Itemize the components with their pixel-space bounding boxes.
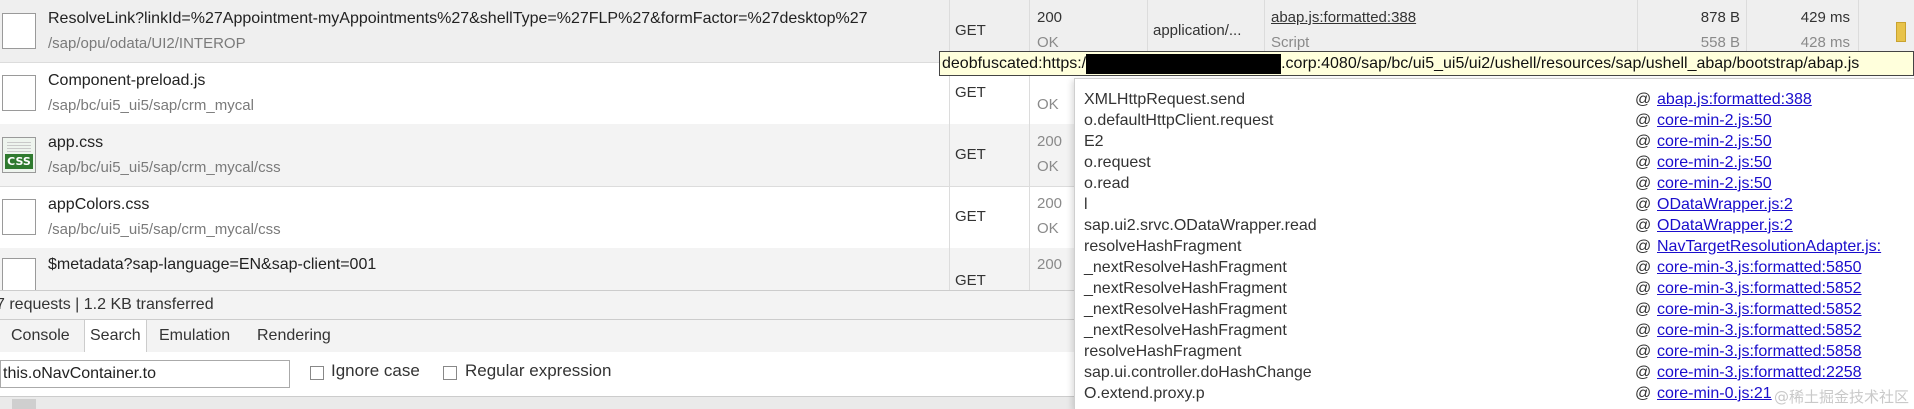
stack-frame-location-link[interactable]: core-min-3.js:formatted:2258	[1657, 364, 1862, 385]
at-symbol: @	[1635, 238, 1652, 255]
request-name: appColors.css	[48, 196, 150, 213]
at-symbol: @	[1635, 154, 1652, 171]
request-status: 200	[1037, 195, 1063, 212]
stack-frame-function: _nextResolveHashFragment	[1084, 280, 1287, 297]
at-symbol: @	[1635, 343, 1652, 360]
tab-rendering[interactable]: Rendering	[252, 320, 336, 352]
request-size: 878 B	[1700, 9, 1740, 26]
tooltip-suffix: .corp:4080/sap/bc/ui5_ui5/ui2/ushell/res…	[1281, 55, 1860, 72]
stack-frame-function: E2	[1084, 133, 1104, 150]
request-initiator-type: Script	[1271, 34, 1310, 51]
stack-frame-function: o.read	[1084, 175, 1130, 192]
regex-label: Regular expression	[465, 361, 612, 380]
request-status: 200	[1037, 133, 1063, 150]
request-method: GET	[955, 22, 986, 39]
stack-frame-location-link[interactable]: NavTargetResolutionAdapter.js:	[1657, 238, 1881, 259]
request-status: 200	[1037, 256, 1063, 273]
request-name: ResolveLink?linkId=%27Appointment-myAppo…	[48, 10, 868, 27]
stack-frame-location-link[interactable]: core-min-2.js:50	[1657, 133, 1772, 154]
stack-frame-location-link[interactable]: abap.js:formatted:388	[1657, 91, 1812, 112]
tab-search[interactable]: Search	[84, 320, 147, 352]
request-method: GET	[955, 208, 986, 225]
at-symbol: @	[1635, 217, 1652, 234]
at-symbol: @	[1635, 112, 1652, 129]
request-status-text: OK	[1037, 34, 1059, 51]
at-symbol: @	[1635, 133, 1652, 150]
stack-frame-location-link[interactable]: core-min-2.js:50	[1657, 175, 1772, 196]
stack-frame-function: XMLHttpRequest.send	[1084, 91, 1245, 108]
request-status-text: OK	[1037, 220, 1059, 237]
request-name: app.css	[48, 134, 104, 151]
tab-emulation[interactable]: Emulation	[154, 320, 235, 352]
stack-frame-location-link[interactable]: core-min-3.js:formatted:5858	[1657, 343, 1862, 364]
stack-frame-function: O.extend.proxy.p	[1084, 385, 1205, 402]
request-method: GET	[955, 84, 986, 101]
request-time: 429 ms	[1800, 9, 1850, 26]
stack-frame-location-link[interactable]: core-min-0.js:21	[1657, 385, 1772, 406]
request-status-text: OK	[1037, 96, 1059, 113]
request-path: /sap/opu/odata/UI2/INTEROP	[48, 35, 246, 52]
file-icon	[2, 199, 36, 235]
request-path: /sap/bc/ui5_ui5/sap/crm_mycal	[48, 97, 254, 114]
stack-frame-location-link[interactable]: ODataWrapper.js:2	[1657, 196, 1793, 217]
watermark: @稀土掘金技术社区	[1773, 388, 1909, 406]
at-symbol: @	[1635, 280, 1652, 297]
at-symbol: @	[1635, 259, 1652, 276]
request-method: GET	[955, 272, 986, 289]
waterfall-bar	[1896, 22, 1906, 42]
at-symbol: @	[1635, 364, 1652, 381]
redaction-block	[1086, 53, 1282, 74]
stack-frame-function: _nextResolveHashFragment	[1084, 301, 1287, 318]
stack-frame-location-link[interactable]: core-min-2.js:50	[1657, 112, 1772, 133]
request-status-text: OK	[1037, 158, 1059, 175]
ignore-case-label: Ignore case	[331, 361, 420, 380]
stack-frame-function: sap.ui2.srvc.ODataWrapper.read	[1084, 217, 1317, 234]
stack-frame-function: sap.ui.controller.doHashChange	[1084, 364, 1312, 381]
at-symbol: @	[1635, 175, 1652, 192]
css-file-icon: CSS	[2, 137, 36, 173]
at-symbol: @	[1635, 301, 1652, 318]
stack-frame-location-link[interactable]: core-min-3.js:formatted:5852	[1657, 322, 1862, 343]
regex-checkbox[interactable]	[443, 366, 457, 380]
stack-frame-function: o.defaultHttpClient.request	[1084, 112, 1274, 129]
at-symbol: @	[1635, 196, 1652, 213]
request-content-size: 558 B	[1700, 34, 1740, 51]
css-tag: CSS	[5, 154, 33, 169]
request-name: Component-preload.js	[48, 72, 206, 89]
file-icon	[2, 13, 36, 49]
initiator-stack-popover: XMLHttpRequest.send @ abap.js:formatted:38…	[1074, 78, 1914, 409]
stack-frame-location-link[interactable]: core-min-2.js:50	[1657, 154, 1772, 175]
stack-frame-function: resolveHashFragment	[1084, 238, 1242, 255]
file-icon	[2, 75, 36, 111]
file-icon	[2, 258, 36, 290]
request-path: /sap/bc/ui5_ui5/sap/crm_mycal/css	[48, 221, 281, 238]
at-symbol: @	[1635, 91, 1652, 108]
request-name: $metadata?sap-language=EN&sap-client=001	[48, 256, 377, 273]
request-latency: 428 ms	[1800, 34, 1850, 51]
stack-frame-location-link[interactable]: core-min-3.js:formatted:5852	[1657, 301, 1862, 322]
request-initiator-link[interactable]: abap.js:formatted:388	[1271, 9, 1416, 26]
tab-console[interactable]: Console	[6, 320, 75, 352]
stack-frame-location-link[interactable]: core-min-3.js:formatted:5850	[1657, 259, 1862, 280]
tooltip-prefix: deobfuscated:https:/	[942, 55, 1087, 72]
ignore-case-checkbox[interactable]	[310, 366, 324, 380]
summary-text: 7 requests | 1.2 KB transferred	[0, 296, 214, 313]
stack-frame-function: _nextResolveHashFragment	[1084, 259, 1287, 276]
request-path: /sap/bc/ui5_ui5/sap/crm_mycal/css	[48, 159, 281, 176]
stack-frame-function: l	[1084, 196, 1088, 213]
request-method: GET	[955, 146, 986, 163]
request-status: 200	[1037, 9, 1063, 26]
at-symbol: @	[1635, 322, 1652, 339]
at-symbol: @	[1635, 385, 1652, 402]
url-tooltip: deobfuscated:https:/ .corp:4080/sap/bc/ui…	[939, 51, 1914, 76]
request-type: application/...	[1153, 22, 1242, 39]
stack-frame-function: _nextResolveHashFragment	[1084, 322, 1287, 339]
stack-frame-location-link[interactable]: ODataWrapper.js:2	[1657, 217, 1793, 238]
search-input[interactable]: this.oNavContainer.to	[0, 360, 290, 388]
stack-frame-location-link[interactable]: core-min-3.js:formatted:5852	[1657, 280, 1862, 301]
stack-frame-function: resolveHashFragment	[1084, 343, 1242, 360]
stack-frame-function: o.request	[1084, 154, 1151, 171]
